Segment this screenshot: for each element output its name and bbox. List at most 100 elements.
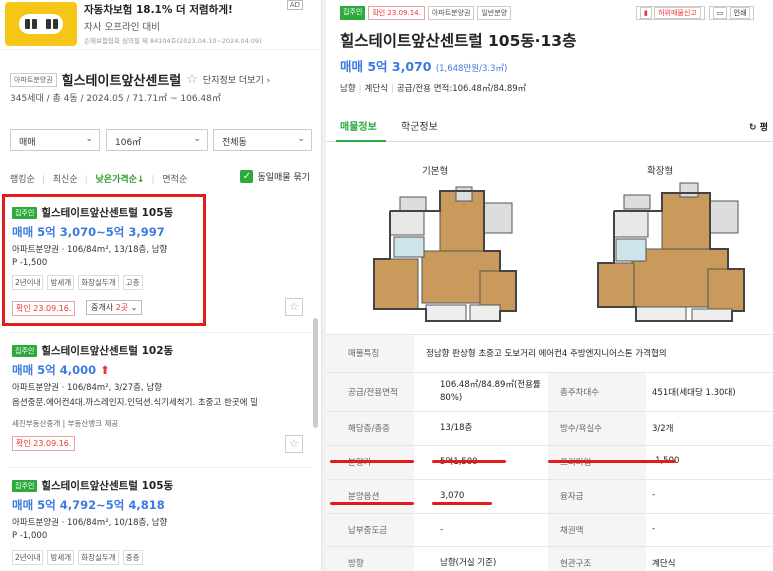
chevron-down-icon: ⌄	[193, 134, 201, 144]
highlight-underline	[432, 502, 492, 505]
table-label: 분양옵션	[326, 480, 414, 513]
ad-subtitle: 자사 오프라인 대비	[84, 22, 160, 33]
chevron-down-icon: ⌄	[297, 134, 305, 144]
confirm-date: 확인 23.09.16.	[12, 436, 76, 451]
table-label: 납부중도금	[326, 514, 414, 546]
listing-name: 힐스테이트앞산센트럴 102동	[41, 345, 174, 357]
table-value: -	[652, 490, 656, 500]
same-listing-toggle[interactable]: ✓ 동일매물 묶기	[240, 170, 312, 183]
floorplan-basic-label: 기본형	[422, 166, 449, 177]
owner-badge: 집주인	[12, 344, 38, 357]
table-value: 계단식	[652, 559, 676, 569]
listing-price: 매매 5억 4,792~5억 4,818	[12, 498, 165, 512]
scrollbar[interactable]	[313, 318, 318, 428]
table-value: 정남향 판상형 초중고 도보거리 에어컨4 주방엔지니어스톤 가격협의	[426, 349, 667, 359]
type-tag: 아파트분양권	[427, 6, 475, 20]
favorite-star-icon[interactable]: ☆	[285, 435, 303, 453]
same-listing-label: 동일매물 묶기	[257, 173, 310, 183]
table-row: 방향 남향(거실 기준) 현관구조계단식	[326, 546, 773, 571]
floorplan-area: 기본형 확장형	[326, 143, 773, 333]
highlight-underline	[330, 460, 414, 463]
listing-meta: 아파트분양권 · 106/84m², 3/27층, 남향	[12, 383, 162, 393]
filter-bar: 매매 ⌄ 106㎡ ⌄ 전체동 ⌄	[10, 129, 312, 151]
listing-description: 옵션중문.에어컨4대.까스레인지.인덕션.식기세척기. 초중고 한곳에 밀	[12, 398, 258, 408]
sort-low-price[interactable]: 낮은가격순↓	[96, 175, 145, 185]
tab-pyeong-toggle[interactable]: ↻ 평	[749, 120, 768, 133]
building-select[interactable]: 전체동 ⌄	[213, 129, 312, 151]
floorplan-basic-image[interactable]	[370, 181, 520, 327]
tab-listing-info[interactable]: 매물정보	[340, 118, 377, 133]
table-label: 해당층/총층	[326, 412, 414, 445]
detail-panel: 집주인 확인 23.09.14. 아파트분양권 일반분양 ▮ 허위매물신고 ▭ …	[326, 0, 773, 571]
listing-tags: 2년이내 방세개 화장실두개 중층	[12, 550, 143, 565]
area-select[interactable]: 106㎡ ⌄	[106, 129, 208, 151]
table-label: 매물특징	[326, 335, 414, 372]
table-label: 방향	[326, 547, 414, 571]
complex-more-link[interactable]: 단지정보 더보기 ›	[203, 73, 270, 86]
list-item[interactable]: 집주인 힐스테이트앞산센트럴 105동 매매 5억 4,792~5억 4,818…	[0, 468, 321, 571]
table-value: 남향(거실 기준)	[440, 558, 497, 568]
ad-banner[interactable]: 자동차보험 18.1% 더 저렴하게! 자사 오프라인 대비 손해보험협회 심의…	[0, 0, 321, 50]
floorplan-extended-image[interactable]	[596, 181, 746, 327]
siren-icon: ▮	[640, 7, 652, 19]
tab-school-info[interactable]: 학군정보	[401, 118, 438, 133]
checkbox-checked-icon[interactable]: ✓	[240, 170, 254, 183]
ad-caption: 손해보험협회 심의필 제 84104호(2023.04.10~2024.04.0…	[84, 37, 262, 45]
highlight-underline	[548, 460, 676, 463]
print-button[interactable]: ▭ 인쇄	[708, 6, 755, 20]
listing-price: 매매 5억 4,000 ⬆	[12, 363, 110, 377]
highlight-underline	[432, 460, 506, 463]
owner-badge: 집주인	[12, 479, 38, 492]
confirm-date: 확인 23.09.14.	[368, 6, 425, 20]
favorite-star-icon[interactable]: ☆	[186, 72, 198, 87]
complex-info: 345세대 / 총 4동 / 2024.05 / 71.71㎡ ~ 106.48…	[10, 94, 221, 104]
table-value: 106.48㎡/84.89㎡(전용률80%)	[440, 380, 541, 403]
sort-area[interactable]: 면적순	[162, 175, 187, 185]
table-label: 공급/전용면적	[326, 373, 414, 411]
highlight-underline	[330, 502, 414, 505]
highlight-box	[2, 194, 206, 326]
table-row: 매물특징 정남향 판상형 초중고 도보거리 에어컨4 주방엔지니어스톤 가격협의	[326, 334, 773, 372]
detail-tags: 집주인 확인 23.09.14. 아파트분양권 일반분양	[340, 6, 512, 20]
complex-type-tag: 아파트분양권	[10, 72, 57, 87]
floorplan-extended-label: 확장형	[647, 166, 674, 177]
refresh-icon: ↻	[749, 123, 757, 133]
sort-ranking[interactable]: 랭킹순	[10, 175, 35, 185]
sort-latest[interactable]: 최신순	[53, 175, 78, 185]
list-item[interactable]: 집주인 힐스테이트앞산센트럴 102동 매매 5억 4,000 ⬆ 아파트분양권…	[0, 333, 321, 463]
table-value: 3/2개	[652, 424, 674, 434]
sale-type-tag: 일반분양	[477, 6, 512, 20]
listing-provider: 세진부동산중개 | 부동산뱅크 제공	[12, 419, 119, 428]
table-row: 공급/전용면적 106.48㎡/84.89㎡(전용률80%) 총주차대수 451대(세…	[326, 372, 773, 411]
favorite-star-icon[interactable]: ☆	[285, 298, 303, 316]
table-label: 방수/욕실수	[548, 412, 646, 445]
table-row: 분양옵션 3,070 융자금 -	[326, 479, 773, 513]
print-icon: ▭	[712, 7, 728, 19]
detail-actions: ▮ 허위매물신고 ▭ 인쇄	[636, 6, 755, 20]
table-label: 융자금	[548, 480, 646, 513]
ad-badge: AD	[286, 0, 303, 10]
active-tab-indicator	[336, 140, 386, 142]
listing-name: 힐스테이트앞산센트럴 105동	[41, 480, 174, 492]
complex-header: 아파트분양권 힐스테이트앞산센트럴 ☆ 단지정보 더보기 ›	[10, 70, 270, 89]
listing-premium: P -1,000	[12, 531, 48, 541]
complex-name[interactable]: 힐스테이트앞산센트럴	[62, 70, 182, 89]
chevron-down-icon: ⌄	[85, 134, 93, 144]
ad-title: 자동차보험 18.1% 더 저렴하게!	[84, 4, 233, 16]
sort-bar: 랭킹순 | 최신순 | 낮은가격순↓ | 면적순 ✓ 동일매물 묶기	[10, 170, 312, 185]
detail-tabs: 매물정보 학군정보 ↻ 평	[326, 108, 773, 142]
table-value: -	[652, 524, 656, 534]
detail-title: 힐스테이트앞산센트럴 105동·13층	[340, 32, 577, 50]
table-label: 현관구조	[548, 547, 646, 571]
car-image-icon	[5, 2, 77, 46]
table-value: -	[440, 525, 444, 535]
owner-badge: 집주인	[340, 6, 366, 20]
listing-meta: 아파트분양권 · 106/84m², 10/18층, 남향	[12, 518, 168, 528]
report-button[interactable]: ▮ 허위매물신고	[636, 6, 705, 20]
table-row: 납부중도금 - 채권액 -	[326, 513, 773, 546]
table-value: 13/18층	[440, 423, 473, 433]
price-up-arrow-icon: ⬆	[100, 363, 110, 377]
listing-panel: 자동차보험 18.1% 더 저렴하게! 자사 오프라인 대비 손해보험협회 심의…	[0, 0, 321, 571]
trade-type-select[interactable]: 매매 ⌄	[10, 129, 100, 151]
table-value: 451대(세대당 1.30대)	[652, 388, 736, 398]
